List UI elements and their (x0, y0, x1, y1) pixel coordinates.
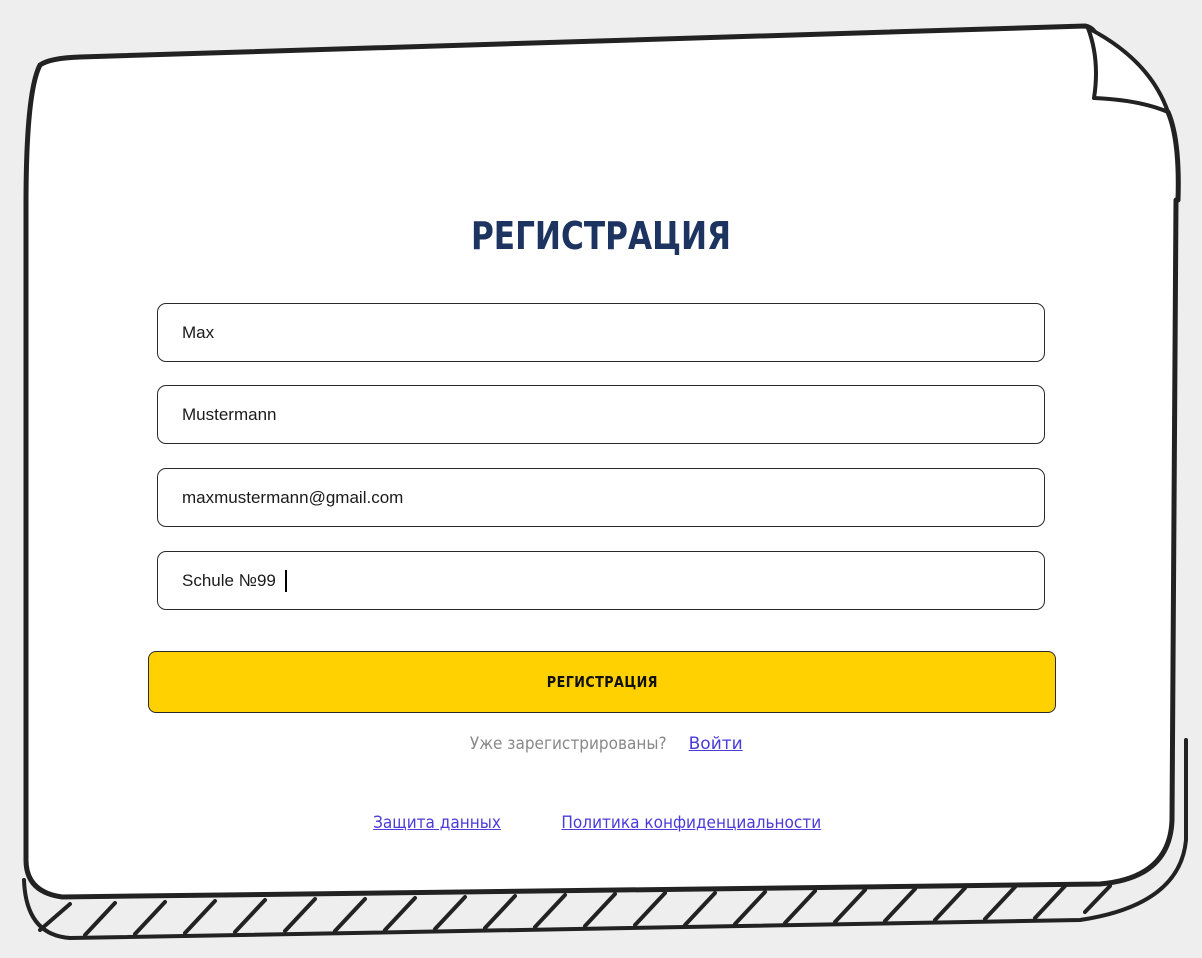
data-protection-link[interactable]: Защита данных (373, 813, 501, 833)
login-prompt: Уже зарегистрированы? Войти (0, 734, 1202, 754)
last-name-field[interactable] (157, 385, 1045, 444)
register-button[interactable]: РЕГИСТРАЦИЯ (148, 651, 1056, 713)
login-question: Уже зарегистрированы? (470, 734, 667, 754)
first-name-field[interactable] (157, 303, 1045, 362)
page-title: РЕГИСТРАЦИЯ (470, 214, 732, 258)
registration-card: РЕГИСТРАЦИЯ РЕГИСТРАЦИЯ Уже зарегистриро… (0, 0, 1202, 958)
text-cursor (285, 570, 287, 592)
privacy-policy-link[interactable]: Политика конфиденциальности (562, 813, 822, 833)
email-field[interactable] (157, 468, 1045, 527)
school-field[interactable] (157, 551, 1045, 610)
footer-links: Защита данных Политика конфиденциальност… (0, 813, 1202, 833)
register-button-label: РЕГИСТРАЦИЯ (546, 673, 658, 691)
login-link[interactable]: Войти (689, 734, 743, 754)
